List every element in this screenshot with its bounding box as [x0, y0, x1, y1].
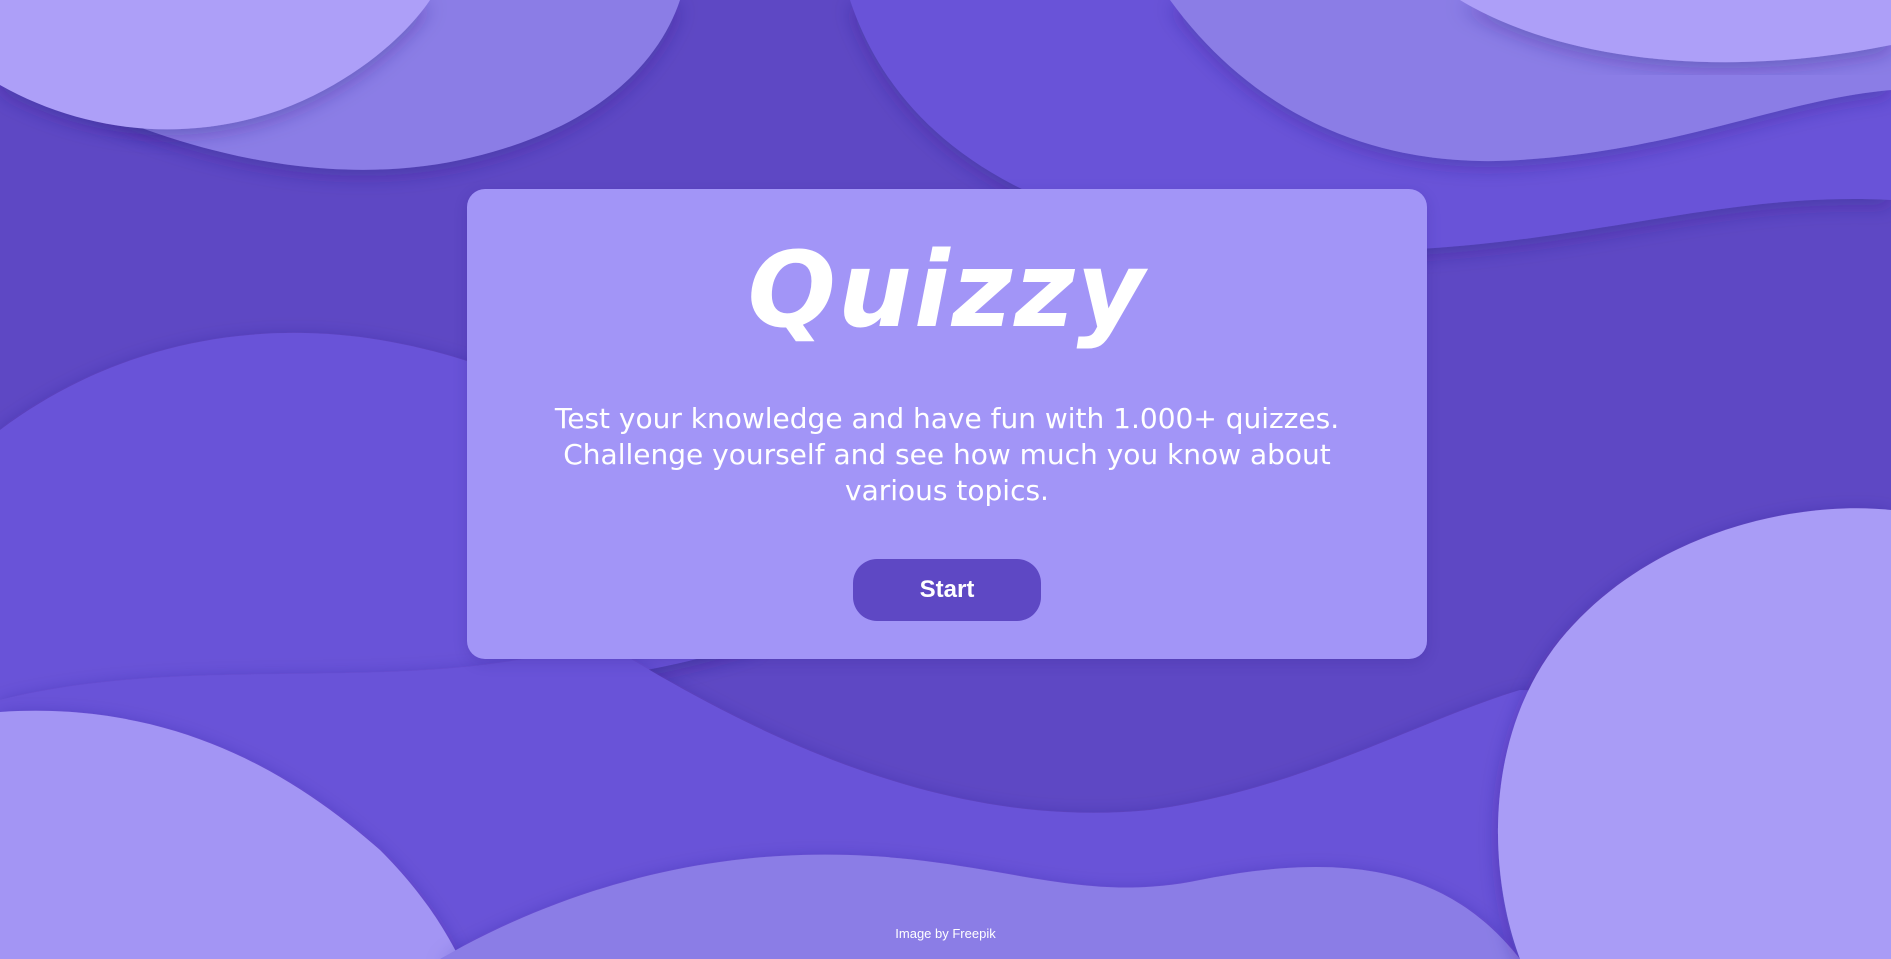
start-button[interactable]: Start	[853, 559, 1041, 621]
app-title: Quizzy	[747, 229, 1147, 351]
landing-page: Quizzy Test your knowledge and have fun …	[0, 0, 1891, 959]
image-credit: Image by Freepik	[895, 926, 996, 941]
intro-card: Quizzy Test your knowledge and have fun …	[467, 189, 1427, 659]
app-description: Test your knowledge and have fun with 1.…	[554, 402, 1340, 507]
